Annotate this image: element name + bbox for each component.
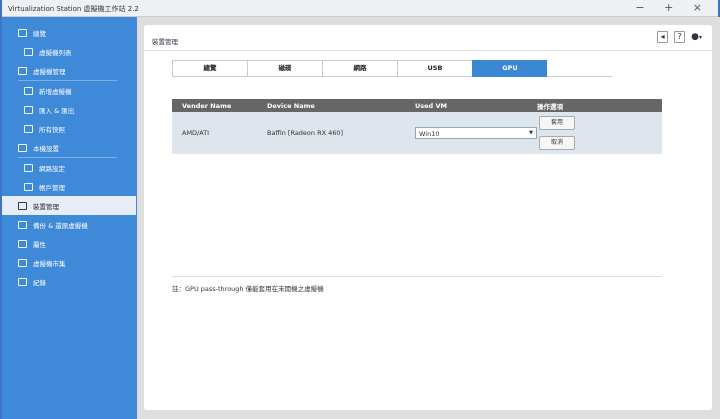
sidebar-item-label: 虛擬機列表 (39, 48, 72, 57)
col-vendor: Vender Name (182, 101, 232, 110)
tab-network[interactable]: 網路 (322, 60, 397, 77)
cancel-button[interactable]: 取消 (539, 136, 575, 150)
sidebar-item[interactable]: 網路設定 (2, 158, 137, 177)
sidebar-item-label: 屬性 (33, 240, 46, 249)
sidebar-item[interactable]: 帳戶管理 (2, 177, 137, 196)
device-tabs: 總覽 磁碟 網路 USB GPU (172, 60, 612, 77)
speaker-icon[interactable]: ◂ (657, 31, 669, 43)
sidebar-item-icon (18, 143, 27, 152)
vendor-cell: AMD/ATI (182, 129, 210, 137)
page-title: 裝置管理 (152, 38, 178, 46)
col-used-vm: Used VM (415, 101, 447, 110)
sidebar-item[interactable]: 虛擬機列表 (2, 42, 137, 61)
sidebar-item[interactable]: 新增虛擬機 (2, 81, 137, 100)
maximize-button[interactable]: + (664, 1, 681, 14)
chevron-down-icon: ▼ (529, 130, 533, 136)
minimize-button[interactable]: − (635, 1, 652, 14)
sidebar-item-label: 虛擬機管理 (33, 67, 66, 76)
tab-usb[interactable]: USB (397, 60, 472, 77)
sidebar-item-icon (18, 220, 27, 229)
table-header: Vender Name Device Name Used VM 操作選項 (172, 99, 662, 112)
sidebar-item-icon (18, 66, 27, 75)
apply-button[interactable]: 套用 (539, 116, 575, 130)
sidebar-item-label: 網路設定 (39, 164, 65, 173)
sidebar-item-label: 紀錄 (33, 278, 46, 287)
col-device: Device Name (267, 101, 315, 110)
used-vm-value: Win10 (419, 130, 440, 138)
close-button[interactable]: × (693, 1, 710, 14)
sidebar-item[interactable]: 備份 & 還原虛擬機 (2, 215, 137, 234)
sidebar-item-icon (18, 201, 27, 210)
sidebar-item[interactable]: 紀錄 (2, 272, 137, 291)
main-area: 裝置管理 ◂ ? ●▾ 總覽 磁碟 網路 USB GPU Vender Name… (137, 17, 720, 419)
sidebar-item-icon (18, 258, 27, 267)
sidebar-item[interactable]: 虛擬機管理 (2, 61, 137, 80)
col-actions: 操作選項 (537, 102, 563, 111)
window-title: Virtualization Station 虛擬機工作站 2.2 (8, 5, 139, 13)
sidebar-item-label: 新增虛擬機 (39, 87, 72, 96)
sidebar-item[interactable]: 所有快照 (2, 119, 137, 138)
sidebar-item[interactable]: 總覽 (2, 23, 137, 42)
sidebar-item-icon (24, 182, 33, 191)
help-icon[interactable]: ? (674, 31, 686, 43)
sidebar-item-icon (18, 28, 27, 37)
sidebar-item-icon (24, 105, 33, 114)
sidebar-item-icon (18, 277, 27, 286)
sidebar-item-label: 所有快照 (39, 125, 65, 134)
sidebar-item-icon (24, 86, 33, 95)
sidebar-item-icon (24, 163, 33, 172)
sidebar-item-label: 備份 & 還原虛擬機 (33, 221, 88, 230)
sidebar-item[interactable]: 屬性 (2, 234, 137, 253)
gpu-note: 註：GPU pass-through 僅能套用在未開機之虛擬機 (172, 276, 662, 293)
sidebar-item-label: 虛擬機市集 (33, 259, 66, 268)
sidebar-item-label: 帳戶管理 (39, 183, 65, 192)
used-vm-select[interactable]: Win10 ▼ (415, 127, 537, 139)
sidebar-item[interactable]: 本機設置 (2, 138, 137, 157)
table-row: AMD/ATI Baffin [Radeon RX 460] Win10 ▼ 套用… (172, 112, 662, 154)
sidebar-item[interactable]: 虛擬機市集 (2, 253, 137, 272)
sidebar-item-label: 總覽 (33, 29, 46, 38)
sidebar-item-icon (24, 124, 33, 133)
title-bar: Virtualization Station 虛擬機工作站 2.2 − + × (2, 0, 718, 17)
sidebar-item-label: 匯入 & 匯出 (39, 106, 75, 115)
gpu-table: Vender Name Device Name Used VM 操作選項 AMD… (172, 99, 662, 154)
tab-overview[interactable]: 總覽 (172, 60, 247, 77)
user-menu-icon[interactable]: ●▾ (691, 32, 702, 42)
sidebar-item-icon (24, 47, 33, 56)
sidebar-item-label: 裝置管理 (33, 202, 59, 211)
content-panel: 裝置管理 ◂ ? ●▾ 總覽 磁碟 網路 USB GPU Vender Name… (144, 25, 712, 410)
sidebar-item[interactable]: 裝置管理 (2, 196, 136, 215)
sidebar-item-label: 本機設置 (33, 144, 59, 153)
tab-disk[interactable]: 磁碟 (247, 60, 322, 77)
sidebar: 總覽虛擬機列表虛擬機管理新增虛擬機匯入 & 匯出 所有快照本機設置網路設定帳戶管理… (2, 17, 137, 419)
sidebar-item-icon (18, 239, 27, 248)
device-cell: Baffin [Radeon RX 460] (267, 129, 344, 137)
tab-gpu[interactable]: GPU (472, 60, 547, 77)
sidebar-item[interactable]: 匯入 & 匯出 (2, 100, 137, 119)
